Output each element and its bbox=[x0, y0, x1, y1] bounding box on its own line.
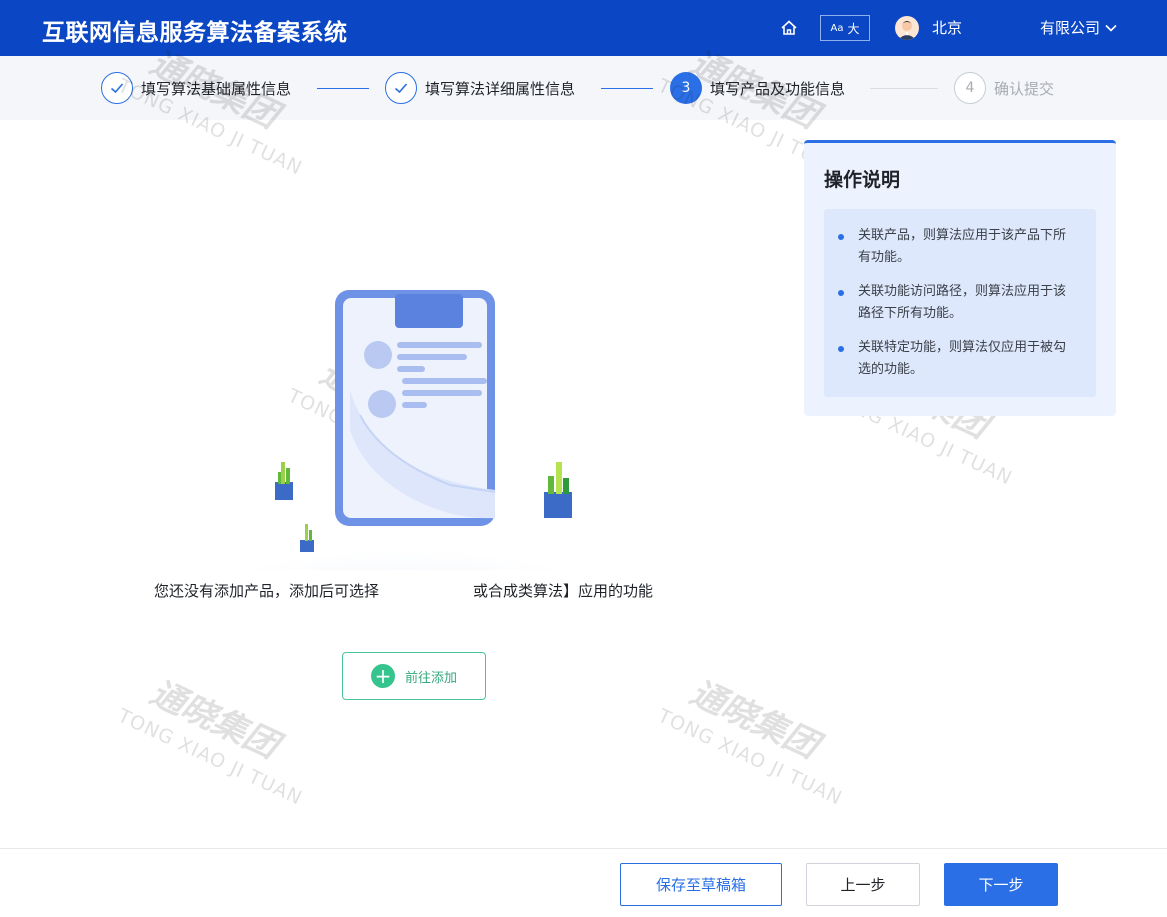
help-item-text: 关联功能访问路径，则算法应用于该路径下所有功能。 bbox=[858, 284, 1067, 321]
step-4-number: 4 bbox=[954, 72, 986, 104]
empty-state-message-part1: 您还没有添加产品，添加后可选择 bbox=[154, 582, 380, 600]
watermark: 通晓集团 TONG XIAO JI TUAN bbox=[114, 665, 329, 810]
step-1: 填写算法基础属性信息 bbox=[101, 72, 291, 104]
help-title: 操作说明 bbox=[824, 169, 901, 191]
watermark-en: TONG XIAO JI TUAN bbox=[114, 704, 306, 810]
help-item: 关联产品，则算法应用于该产品下所有功能。 bbox=[838, 225, 1078, 269]
company-name-end: 有限公司 bbox=[1040, 19, 1101, 37]
step-connector-3 bbox=[870, 88, 938, 89]
save-draft-button[interactable]: 保存至草稿箱 bbox=[620, 863, 782, 906]
step-3-label: 填写产品及功能信息 bbox=[710, 79, 846, 98]
step-1-check-icon bbox=[101, 72, 133, 104]
steps-progress: 填写算法基础属性信息 填写算法详细属性信息 3 填写产品及功能信息 4 确认提交 bbox=[0, 56, 1167, 120]
step-connector-2 bbox=[601, 88, 653, 89]
font-size-toggle[interactable]: Aa 大 bbox=[820, 15, 870, 41]
home-icon[interactable] bbox=[778, 17, 800, 39]
help-item: 关联功能访问路径，则算法应用于该路径下所有功能。 bbox=[838, 281, 1078, 325]
help-item-text: 关联特定功能，则算法仅应用于被勾选的功能。 bbox=[858, 340, 1067, 377]
plant-pot-icon bbox=[275, 482, 293, 500]
chevron-down-icon[interactable] bbox=[1103, 20, 1119, 36]
step-4-label: 确认提交 bbox=[994, 79, 1055, 98]
bullet-icon bbox=[838, 290, 844, 296]
watermark-en: TONG XIAO JI TUAN bbox=[654, 704, 846, 810]
previous-step-button[interactable]: 上一步 bbox=[806, 863, 920, 906]
plus-icon: + bbox=[370, 664, 395, 688]
go-add-product-button[interactable]: + 前往添加 bbox=[342, 652, 486, 700]
company-name-start: 北京 bbox=[932, 19, 963, 37]
step-1-label: 填写算法基础属性信息 bbox=[141, 79, 292, 98]
help-item-text: 关联产品，则算法应用于该产品下所有功能。 bbox=[858, 228, 1067, 265]
watermark-cn: 通晓集团 bbox=[684, 672, 825, 767]
step-3-number: 3 bbox=[670, 72, 702, 104]
bullet-icon bbox=[838, 346, 844, 352]
top-header: 互联网信息服务算法备案系统 Aa 大 北京 有限公司 bbox=[0, 0, 1167, 56]
help-list: 关联产品，则算法应用于该产品下所有功能。 关联功能访问路径，则算法应用于该路径下… bbox=[824, 209, 1096, 397]
font-small-label: Aa bbox=[830, 22, 844, 34]
plant-pot-icon bbox=[300, 540, 314, 552]
empty-state-message-part2: 或合成类算法】应用的功能 bbox=[473, 582, 654, 600]
user-avatar-icon bbox=[898, 21, 916, 40]
empty-state-message: 您还没有添加产品，添加后可选择 或合成类算法】应用的功能 bbox=[154, 578, 674, 604]
watermark-cn: 通晓集团 bbox=[144, 672, 285, 767]
help-item: 关联特定功能，则算法仅应用于被勾选的功能。 bbox=[838, 337, 1078, 381]
step-2: 填写算法详细属性信息 bbox=[385, 72, 575, 104]
step-2-label: 填写算法详细属性信息 bbox=[425, 79, 576, 98]
step-4: 4 确认提交 bbox=[954, 72, 1054, 104]
step-2-check-icon bbox=[385, 72, 417, 104]
avatar[interactable] bbox=[895, 16, 919, 40]
app-title: 互联网信息服务算法备案系统 bbox=[42, 20, 348, 46]
font-large-label: 大 bbox=[847, 21, 860, 36]
watermark: 通晓集团 TONG XIAO JI TUAN bbox=[654, 665, 869, 810]
company-name[interactable]: 北京 有限公司 bbox=[932, 17, 1100, 38]
go-add-label: 前往添加 bbox=[404, 670, 457, 686]
next-step-button[interactable]: 下一步 bbox=[944, 863, 1058, 906]
footer-divider bbox=[0, 848, 1167, 849]
step-3: 3 填写产品及功能信息 bbox=[670, 72, 845, 104]
step-connector-1 bbox=[317, 88, 369, 89]
empty-clipboard-illustration bbox=[155, 290, 655, 570]
bullet-icon bbox=[838, 234, 844, 240]
operation-instructions-panel: 操作说明 关联产品，则算法应用于该产品下所有功能。 关联功能访问路径，则算法应用… bbox=[804, 140, 1116, 416]
plant-pot-icon bbox=[544, 492, 572, 518]
